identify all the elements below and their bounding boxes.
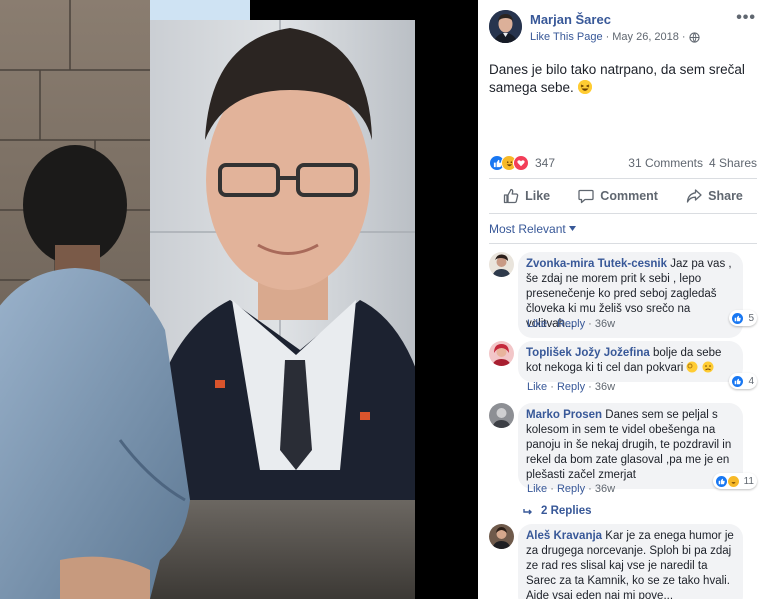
commenter-name-link[interactable]: Zvonka-mira Tutek-cesnik [526, 258, 667, 270]
commenter-avatar[interactable] [489, 341, 514, 366]
divider [489, 178, 757, 179]
comment-item: Toplišek Jožy Jožefina bolje da sebe kot… [489, 341, 757, 396]
thumbs-up-icon [503, 188, 519, 204]
post-date[interactable]: May 26, 2018 [612, 31, 679, 43]
comment-item: Aleš Kravanja Kar je za enega humor je z… [489, 524, 757, 599]
comment-filter-label: Most Relevant [489, 222, 566, 236]
reactions-count: 347 [535, 156, 556, 170]
like-reaction-icon [731, 311, 745, 325]
reply-arrow-icon [523, 509, 532, 515]
caret-down-icon [569, 226, 577, 231]
commenter-avatar[interactable] [489, 403, 514, 428]
comment-time[interactable]: 36w [595, 483, 615, 495]
post-photo[interactable] [0, 0, 478, 599]
post-meta: Like This Page · May 26, 2018 · [530, 31, 700, 43]
comment-reply-link[interactable]: Reply [557, 318, 585, 330]
meta-separator-2: · [681, 31, 686, 43]
divider [489, 243, 757, 244]
view-replies-link[interactable]: 2 Replies [523, 505, 592, 517]
post-text: Danes je bilo tako natrpano, da sem sreč… [489, 61, 759, 97]
comment-item: Zvonka-mira Tutek-cesnik Jaz pa vas , še… [489, 252, 757, 338]
haha-reaction-icon [726, 474, 740, 488]
comment-meta: Like · Reply · 36w [527, 318, 616, 330]
comment-like-link[interactable]: Like [527, 318, 547, 330]
meta-separator: · [605, 31, 610, 43]
replies-label: 2 Replies [541, 505, 592, 517]
comment-react-count: 4 [748, 375, 754, 387]
laughing-emoji-icon [577, 80, 592, 94]
comment-meta: Like · Reply · 36w [527, 381, 616, 393]
share-arrow-icon [686, 189, 702, 203]
comment-label: Comment [600, 189, 658, 203]
ok-hand-emoji-icon [686, 361, 698, 373]
comment-filter-dropdown[interactable]: Most Relevant [489, 222, 577, 236]
comment-time[interactable]: 36w [595, 381, 615, 393]
more-dots-icon[interactable]: ••• [736, 9, 756, 27]
like-button[interactable]: Like [503, 188, 550, 204]
comment-reaction-badge[interactable]: 4 [729, 373, 757, 389]
post-actions: Like Comment Share [489, 183, 757, 209]
comment-bubble: Toplišek Jožy Jožefina bolje da sebe kot… [518, 341, 743, 382]
shares-count-link[interactable]: 4 Shares [709, 156, 757, 170]
comment-reply-link[interactable]: Reply [557, 381, 585, 393]
avatar-icon [489, 403, 514, 428]
share-label: Share [708, 189, 743, 203]
comment-react-count: 11 [743, 475, 754, 487]
commenter-name-link[interactable]: Marko Prosen [526, 409, 602, 421]
comment-like-link[interactable]: Like [527, 381, 547, 393]
love-reaction-icon [513, 155, 529, 171]
comment-bubble: Marko Prosen Danes sem se peljal s koles… [518, 403, 743, 489]
avatar-icon [489, 341, 514, 366]
commenter-avatar[interactable] [489, 524, 514, 549]
page-avatar[interactable] [489, 10, 522, 43]
comment-like-link[interactable]: Like [527, 483, 547, 495]
avatar-icon [489, 252, 514, 277]
like-label: Like [525, 189, 551, 203]
comment-react-count: 5 [748, 312, 754, 324]
comment-reply-link[interactable]: Reply [557, 483, 585, 495]
avatar-portrait-icon [489, 10, 522, 43]
page-name-link[interactable]: Marjan Šarec [530, 12, 611, 27]
divider [489, 213, 757, 214]
speech-bubble-icon [578, 189, 594, 204]
comment-reaction-badge[interactable]: 11 [712, 473, 757, 489]
commenter-name-link[interactable]: Aleš Kravanja [526, 530, 602, 542]
reactions-summary[interactable]: 347 [489, 155, 555, 171]
avatar-icon [489, 524, 514, 549]
share-button[interactable]: Share [686, 188, 743, 204]
like-reaction-icon [714, 474, 728, 488]
photo-illustration [0, 0, 478, 599]
commenter-name-link[interactable]: Toplišek Jožy Jožefina [526, 347, 650, 359]
engagement-counts: 31 Comments 4 Shares [628, 156, 757, 170]
comment-reaction-badge[interactable]: 5 [729, 310, 757, 326]
comment-bubble: Aleš Kravanja Kar je za enega humor je z… [518, 524, 743, 599]
comments-count-link[interactable]: 31 Comments [628, 156, 703, 170]
globe-icon [688, 31, 700, 43]
like-reaction-icon [731, 374, 745, 388]
like-page-link[interactable]: Like This Page [530, 31, 603, 43]
comment-meta: Like · Reply · 36w [527, 483, 616, 495]
post-message: Danes je bilo tako natrpano, da sem sreč… [489, 62, 745, 95]
post-side-panel: Marjan Šarec Like This Page · May 26, 20… [478, 0, 768, 599]
comment-item: Marko Prosen Danes sem se peljal s koles… [489, 403, 757, 498]
sad-emoji-icon [702, 361, 714, 373]
commenter-avatar[interactable] [489, 252, 514, 277]
comment-time[interactable]: 36w [595, 318, 615, 330]
comment-button[interactable]: Comment [578, 188, 658, 204]
